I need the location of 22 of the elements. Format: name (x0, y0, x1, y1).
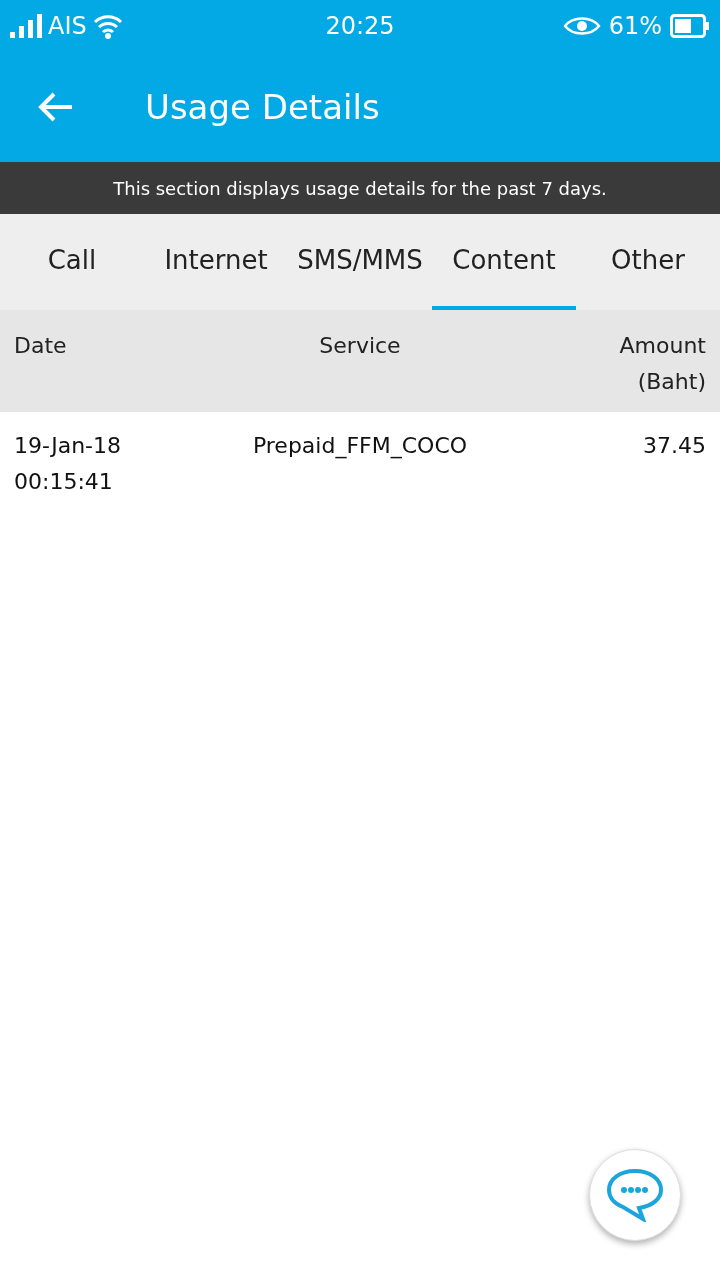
chat-button[interactable] (589, 1149, 681, 1241)
tab[interactable]: Call (0, 214, 144, 310)
clock: 20:25 (325, 11, 395, 42)
chat-bubble-icon (606, 1168, 664, 1222)
column-header: Amount (Baht) (618, 332, 706, 396)
battery-percent: 61% (608, 11, 662, 42)
eye-icon (562, 16, 601, 36)
battery-icon (670, 14, 710, 38)
tab[interactable]: Other (576, 214, 720, 310)
column-header: Service (318, 332, 402, 360)
column-header: Date (14, 332, 68, 360)
tab[interactable]: SMS/MMS (288, 214, 432, 310)
carrier-name: AIS (48, 11, 87, 42)
wifi-icon (92, 13, 123, 39)
table-cell-text: 19-Jan-18 00:15:41 (14, 432, 122, 496)
signal-icon (10, 14, 42, 38)
table-cell-text: 37.45 (642, 432, 706, 460)
notice-banner: This section displays usage details for the past 7 days. (0, 162, 720, 214)
table-cell-text: Prepaid_FFM_COCO (251, 432, 469, 461)
tab[interactable]: Internet (144, 214, 288, 310)
page-title: Usage Details (145, 85, 380, 129)
back-arrow-icon (38, 91, 74, 123)
